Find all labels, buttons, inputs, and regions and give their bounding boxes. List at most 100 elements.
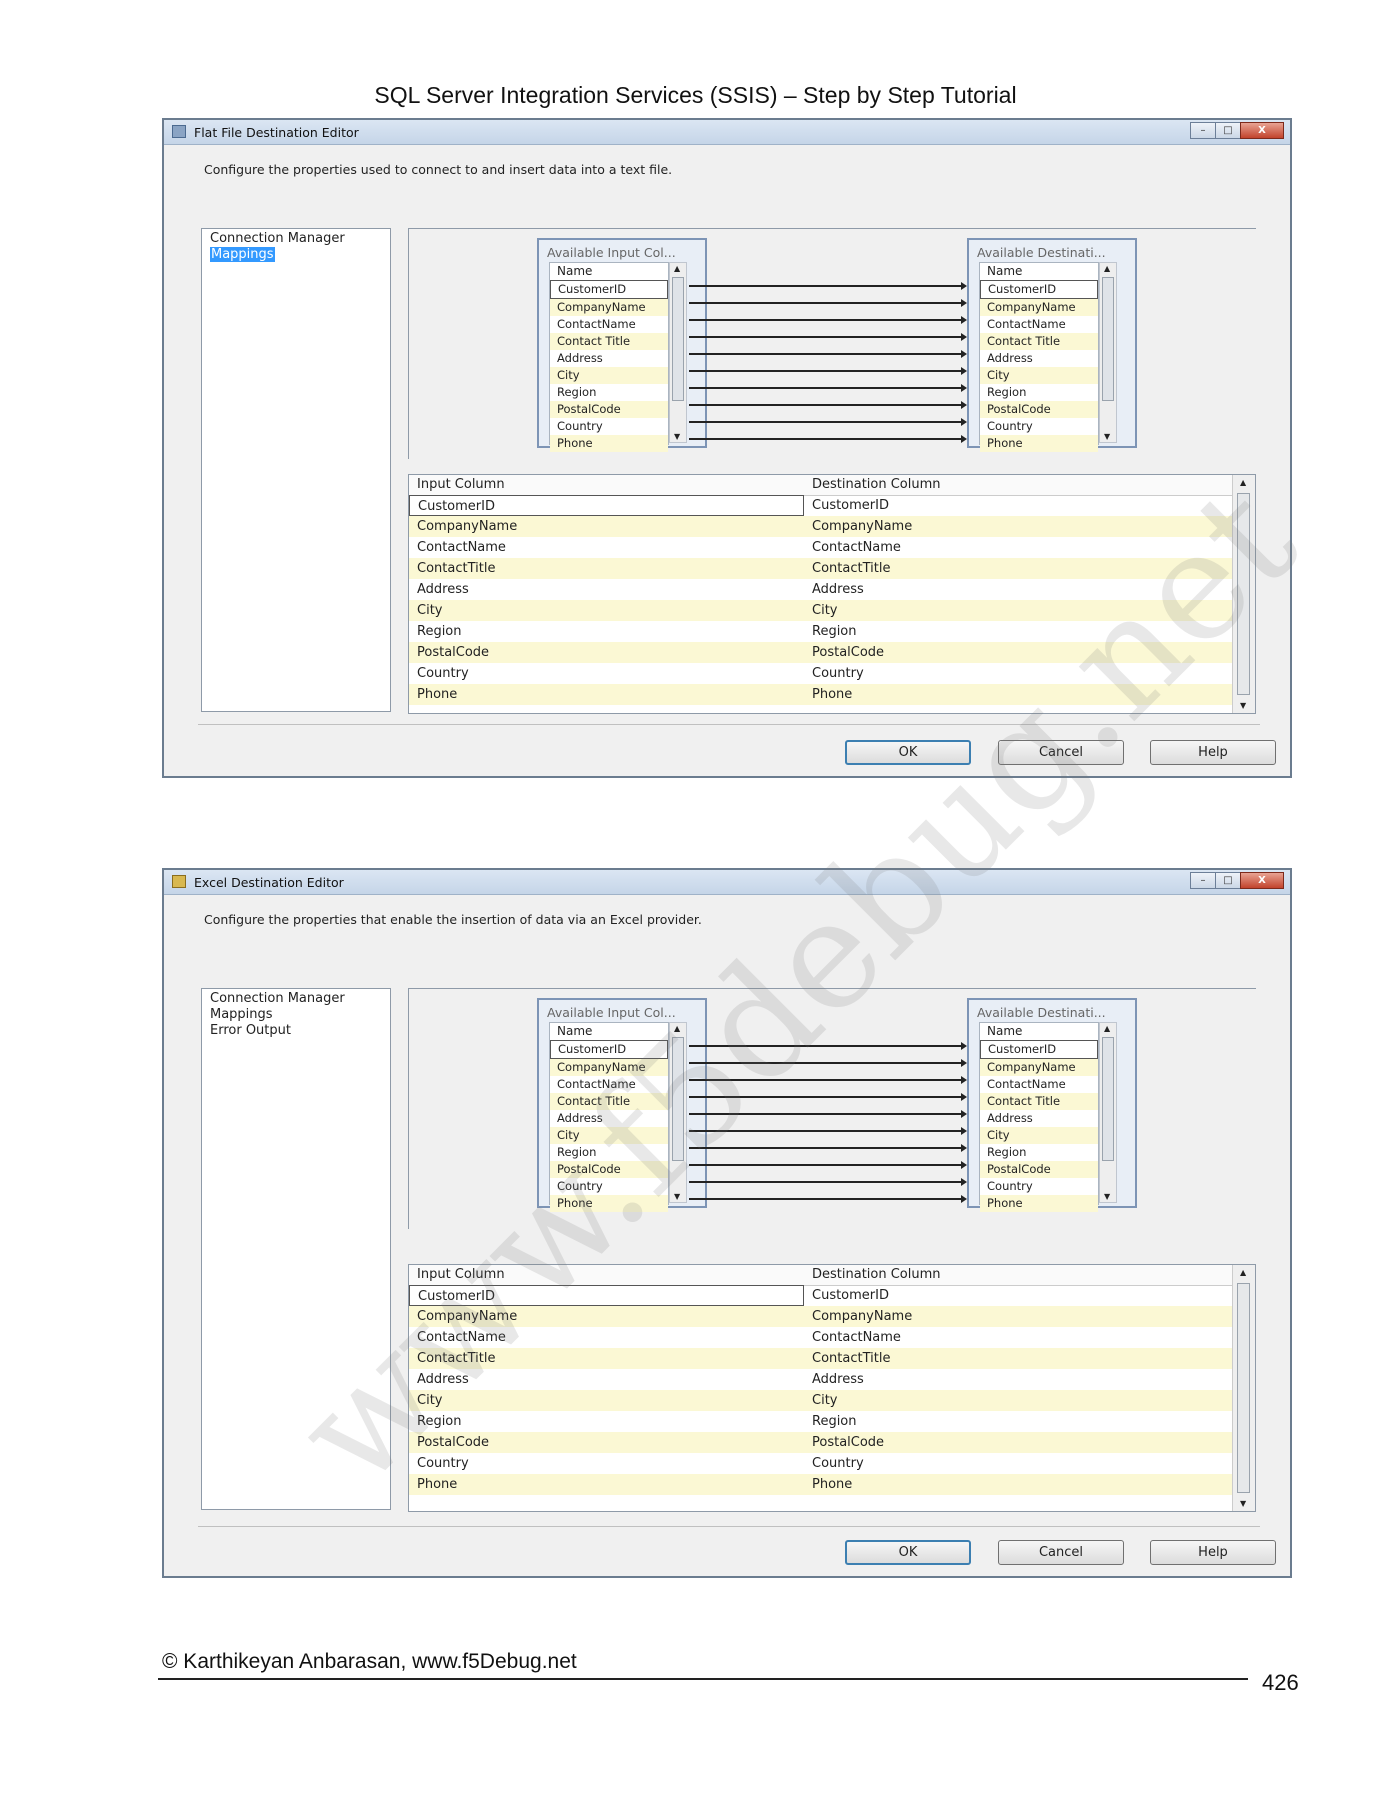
input-column-cell[interactable]: City (409, 1390, 804, 1411)
scroll-thumb[interactable] (1102, 277, 1114, 401)
scrollbar[interactable]: ▲ ▼ (669, 262, 687, 443)
column-list-item[interactable]: CompanyName (550, 1059, 668, 1076)
scroll-down-icon[interactable]: ▼ (1240, 1499, 1246, 1508)
input-column-cell[interactable]: Country (409, 1453, 804, 1474)
destination-column-header[interactable]: Destination Column (804, 1265, 941, 1285)
column-list-item[interactable]: Region (550, 384, 668, 401)
destination-column-cell[interactable]: CompanyName (804, 1306, 1233, 1327)
input-column-header[interactable]: Input Column (409, 1265, 804, 1285)
column-list-item[interactable]: ContactName (980, 316, 1098, 333)
destination-column-cell[interactable]: ContactTitle (804, 558, 1233, 579)
column-list-item[interactable]: Contact Title (980, 333, 1098, 350)
column-list-item[interactable]: PostalCode (550, 1161, 668, 1178)
table-row[interactable]: ContactTitle ContactTitle (409, 1348, 1233, 1369)
scroll-thumb[interactable] (1237, 493, 1250, 695)
minimize-button[interactable]: – (1190, 872, 1216, 889)
column-list-item[interactable]: City (980, 367, 1098, 384)
scrollbar[interactable]: ▲ ▼ (1099, 1022, 1117, 1203)
table-row[interactable]: PostalCode PostalCode (409, 1432, 1233, 1453)
table-row[interactable]: CompanyName CompanyName (409, 1306, 1233, 1327)
table-row[interactable]: CompanyName CompanyName (409, 516, 1233, 537)
table-row[interactable]: ContactName ContactName (409, 537, 1233, 558)
column-list-item[interactable]: CustomerID (980, 280, 1098, 299)
destination-column-cell[interactable]: City (804, 600, 1233, 621)
scrollbar[interactable]: ▲ ▼ (1099, 262, 1117, 443)
input-column-cell[interactable]: CustomerID (409, 495, 804, 516)
destination-column-cell[interactable]: ContactTitle (804, 1348, 1233, 1369)
cancel-button[interactable]: Cancel (998, 1540, 1124, 1565)
destination-column-cell[interactable]: ContactName (804, 1327, 1233, 1348)
destination-column-cell[interactable]: Country (804, 1453, 1233, 1474)
column-list-item[interactable]: Address (550, 350, 668, 367)
input-column-header[interactable]: Input Column (409, 475, 804, 495)
table-row[interactable]: City City (409, 1390, 1233, 1411)
input-column-cell[interactable]: PostalCode (409, 642, 804, 663)
column-list-item[interactable]: Contact Title (550, 1093, 668, 1110)
destination-column-cell[interactable]: Region (804, 1411, 1233, 1432)
input-column-cell[interactable]: Country (409, 663, 804, 684)
scroll-thumb[interactable] (672, 277, 684, 401)
column-list[interactable]: Name CustomerID CompanyName ContactName Cont… (549, 262, 669, 452)
scroll-up-icon[interactable]: ▲ (1240, 1268, 1246, 1277)
column-list-item[interactable]: ContactName (550, 1076, 668, 1093)
table-row[interactable]: City City (409, 600, 1233, 621)
close-button[interactable]: X (1240, 122, 1284, 139)
column-list-item[interactable]: City (980, 1127, 1098, 1144)
destination-column-cell[interactable]: Country (804, 663, 1233, 684)
nav-item[interactable]: Connection Manager (210, 991, 382, 1007)
scroll-up-icon[interactable]: ▲ (1104, 1024, 1110, 1033)
destination-column-cell[interactable]: Phone (804, 1474, 1233, 1495)
table-row[interactable]: Country Country (409, 663, 1233, 684)
destination-column-cell[interactable]: Phone (804, 684, 1233, 705)
destination-column-cell[interactable]: CompanyName (804, 516, 1233, 537)
scroll-down-icon[interactable]: ▼ (1104, 432, 1110, 441)
input-column-cell[interactable]: CustomerID (409, 1285, 804, 1306)
column-list-item[interactable]: Country (550, 418, 668, 435)
column-list-item[interactable]: Contact Title (550, 333, 668, 350)
table-row[interactable]: Region Region (409, 1411, 1233, 1432)
destination-column-cell[interactable]: Address (804, 1369, 1233, 1390)
nav-item[interactable]: Error Output (210, 1023, 382, 1039)
column-list-item[interactable]: Phone (550, 435, 668, 452)
input-column-cell[interactable]: Phone (409, 684, 804, 705)
scroll-up-icon[interactable]: ▲ (674, 264, 680, 273)
column-list[interactable]: Name CustomerID CompanyName ContactName Cont… (979, 1022, 1099, 1212)
column-list-item[interactable]: Phone (550, 1195, 668, 1212)
scroll-down-icon[interactable]: ▼ (674, 432, 680, 441)
column-list-item[interactable]: Phone (980, 1195, 1098, 1212)
column-list-item[interactable]: PostalCode (550, 401, 668, 418)
input-column-cell[interactable]: ContactTitle (409, 1348, 804, 1369)
ok-button[interactable]: OK (845, 1540, 971, 1565)
scroll-thumb[interactable] (1102, 1037, 1114, 1161)
column-list[interactable]: Name CustomerID CompanyName ContactName Cont… (979, 262, 1099, 452)
cancel-button[interactable]: Cancel (998, 740, 1124, 765)
input-column-cell[interactable]: Address (409, 1369, 804, 1390)
input-column-cell[interactable]: City (409, 600, 804, 621)
scroll-thumb[interactable] (672, 1037, 684, 1161)
column-list-item[interactable]: PostalCode (980, 401, 1098, 418)
column-list-item[interactable]: Address (550, 1110, 668, 1127)
input-column-cell[interactable]: ContactName (409, 537, 804, 558)
scroll-down-icon[interactable]: ▼ (1104, 1192, 1110, 1201)
maximize-button[interactable]: □ (1215, 872, 1241, 889)
scrollbar[interactable]: ▲ ▼ (669, 1022, 687, 1203)
destination-column-cell[interactable]: City (804, 1390, 1233, 1411)
column-list-item[interactable]: Phone (980, 435, 1098, 452)
table-row[interactable]: CustomerID CustomerID (409, 495, 1233, 516)
table-row[interactable]: PostalCode PostalCode (409, 642, 1233, 663)
column-list-item[interactable]: Address (980, 350, 1098, 367)
column-list-item[interactable]: CustomerID (550, 280, 668, 299)
input-column-cell[interactable]: Region (409, 621, 804, 642)
destination-column-cell[interactable]: Address (804, 579, 1233, 600)
scroll-down-icon[interactable]: ▼ (1240, 701, 1246, 710)
column-list[interactable]: Name CustomerID CompanyName ContactName Cont… (549, 1022, 669, 1212)
input-column-cell[interactable]: ContactTitle (409, 558, 804, 579)
input-column-cell[interactable]: Address (409, 579, 804, 600)
table-row[interactable]: Country Country (409, 1453, 1233, 1474)
destination-column-cell[interactable]: Region (804, 621, 1233, 642)
table-row[interactable]: Region Region (409, 621, 1233, 642)
column-list-item[interactable]: Region (980, 384, 1098, 401)
column-list-item[interactable]: Region (980, 1144, 1098, 1161)
input-column-cell[interactable]: CompanyName (409, 516, 804, 537)
ok-button[interactable]: OK (845, 740, 971, 765)
